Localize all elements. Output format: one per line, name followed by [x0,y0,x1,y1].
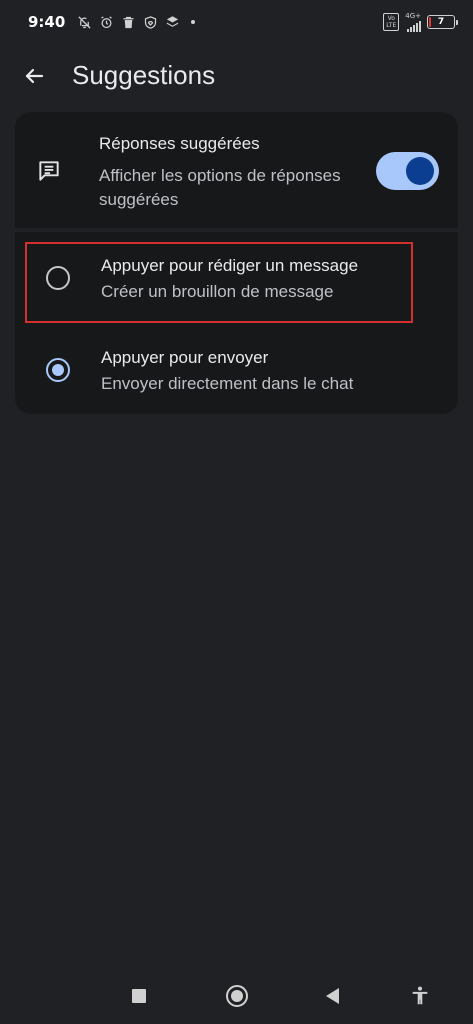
suggested-replies-row[interactable]: Réponses suggérées Afficher les options … [15,112,458,228]
battery-fill [429,17,431,27]
suggested-replies-subtitle: Afficher les options de réponses suggéré… [99,166,341,209]
notification-icons [77,15,196,30]
switch-knob [406,157,434,185]
suggested-replies-title: Réponses suggérées [99,134,260,153]
more-notifications-dot [191,20,196,24]
alarm-icon [101,15,113,28]
trash-icon [123,16,134,28]
option-tap-to-compose-title: Appuyer pour rédiger un message [101,256,359,275]
message-icon [39,161,59,181]
status-time: 9:40 [28,13,66,31]
back-arrow-icon[interactable] [22,64,46,88]
signal-icon [407,20,421,32]
bell-off-icon [78,15,91,29]
suggested-replies-switch[interactable] [376,152,439,190]
battery-icon: 7 [427,15,458,29]
layers-icon [167,15,179,27]
app-bar: Suggestions [0,48,473,104]
nav-back-button[interactable] [326,988,339,1004]
radio-tap-to-compose[interactable] [46,266,70,290]
radio-tap-to-send[interactable] [46,358,70,382]
option-tap-to-send-title: Appuyer pour envoyer [101,348,269,367]
option-tap-to-send-subtitle: Envoyer directement dans le chat [101,374,354,393]
page-title: Suggestions [72,60,216,90]
system-indicators: Vo LTE 4G+ 7 [383,12,458,32]
recents-button[interactable] [132,989,146,1003]
navigation-bar [0,972,473,1020]
accessibility-icon[interactable] [409,984,431,1008]
shield-heart-icon [145,15,157,29]
status-bar: 9:40 Vo LTE 4G+ 7 [0,0,473,44]
option-tap-to-send[interactable]: Appuyer pour envoyer Envoyer directement… [15,326,458,414]
suggestions-card: Réponses suggérées Afficher les options … [15,112,458,414]
option-tap-to-compose-subtitle: Créer un brouillon de message [101,282,334,301]
volte-badge: Vo LTE [383,13,400,31]
option-tap-to-compose[interactable]: Appuyer pour rédiger un message Créer un… [15,236,458,326]
section-divider [15,228,458,232]
battery-level: 7 [437,17,445,27]
home-button[interactable] [226,985,248,1007]
network-type-label: 4G+ [405,12,421,20]
